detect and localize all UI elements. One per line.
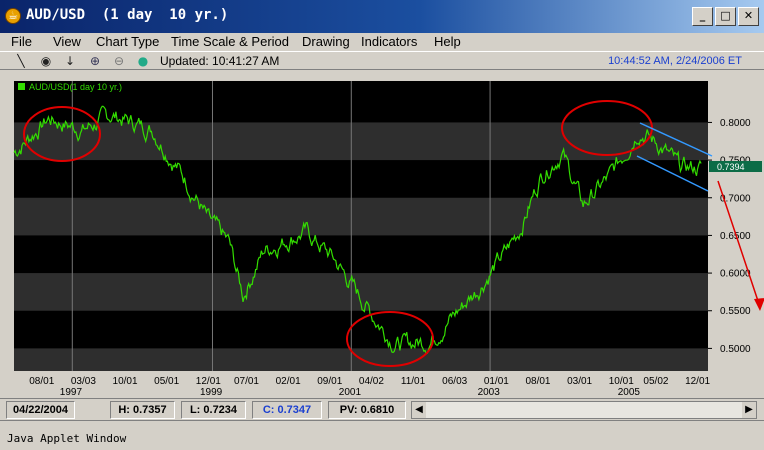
minimize-button[interactable]: _ (692, 7, 713, 26)
horizontal-scrollbar[interactable]: ◀ ▶ (411, 401, 757, 419)
updated-time: Updated: 10:41:27 AM (160, 54, 280, 68)
x-tick-label-5: 07/01 (234, 376, 259, 387)
close-button[interactable]: ✕ (738, 7, 759, 26)
menu-bar: File View Chart Type Time Scale & Period… (0, 33, 764, 51)
zoom-out-icon[interactable]: ⊖ (111, 53, 127, 69)
maximize-button[interactable]: □ (715, 7, 736, 26)
app-window: ☕ AUD/USD (1 day 10 yr.) _ □ ✕ File View… (0, 0, 764, 450)
line-tool-icon[interactable]: ╲ (13, 53, 29, 69)
projection-arrow-head (754, 298, 764, 311)
pan-hand-icon[interactable]: ● (135, 53, 151, 69)
x-tick-label-10: 06/03 (442, 376, 467, 387)
menu-help[interactable]: Help (434, 34, 461, 49)
scroll-left-arrow-icon[interactable]: ◀ (412, 402, 426, 418)
x-tick-label-6: 02/01 (276, 376, 301, 387)
x-tick-label-13: 03/01 (567, 376, 592, 387)
legend-label: AUD/USD(1 day 10 yr.) (29, 82, 122, 92)
chart-bands (14, 81, 708, 371)
x-tick-label-15: 05/02 (643, 376, 668, 387)
y-tick-label-6: 0.5000 (720, 344, 751, 355)
status-close: C: 0.7347 (252, 401, 322, 419)
menu-chart-type[interactable]: Chart Type (96, 34, 159, 49)
applet-footer: Java Applet Window (0, 420, 764, 450)
x-tick-label-4: 12/01 (196, 376, 221, 387)
zoom-in-icon[interactable]: ⊕ (87, 53, 103, 69)
toolbar: ╲ ◉ ↓ ⊕ ⊖ ● Updated: 10:41:27 AM 10:44:5… (0, 51, 764, 70)
x-year-label-3: 2003 (478, 387, 501, 398)
x-tick-label-0: 08/01 (29, 376, 54, 387)
java-coffee-icon: ☕ (5, 8, 21, 24)
x-tick-label-12: 08/01 (525, 376, 550, 387)
legend-swatch (18, 83, 25, 90)
x-tick-label-2: 10/01 (113, 376, 138, 387)
chart-legend: AUD/USD(1 day 10 yr.) (18, 82, 122, 92)
x-year-label-0: 1997 (60, 387, 83, 398)
last-value-tag: 0.7394 (709, 161, 762, 172)
market-clock: 10:44:52 AM, 2/24/2006 ET (608, 55, 742, 67)
status-low: L: 0.7234 (181, 401, 246, 419)
band-3 (14, 197, 708, 236)
menu-time-scale[interactable]: Time Scale & Period (171, 34, 289, 49)
window-title: AUD/USD (1 day 10 yr.) (26, 7, 229, 23)
x-tick-label-3: 05/01 (154, 376, 179, 387)
crosshair-tool-icon[interactable]: ◉ (38, 53, 54, 69)
menu-view[interactable]: View (53, 34, 81, 49)
scroll-right-arrow-icon[interactable]: ▶ (742, 402, 756, 418)
y-tick-label-0: 0.8000 (720, 118, 751, 129)
x-tick-label-1: 03/03 (71, 376, 96, 387)
y-tick-label-4: 0.6000 (720, 269, 751, 280)
title-bar[interactable]: ☕ AUD/USD (1 day 10 yr.) _ □ ✕ (0, 0, 764, 33)
status-date: 04/22/2004 (6, 401, 75, 419)
menu-drawing[interactable]: Drawing (302, 34, 350, 49)
x-tick-label-11: 01/01 (484, 376, 509, 387)
x-tick-label-8: 04/02 (359, 376, 384, 387)
x-year-label-1: 1999 (200, 387, 223, 398)
x-tick-label-7: 09/01 (317, 376, 342, 387)
x-axis: 08/01 03/03 10/01 05/01 12/01 07/01 02/01 09/01… (29, 376, 710, 398)
last-value-label: 0.7394 (717, 162, 745, 172)
x-tick-label-16: 12/01 (685, 376, 710, 387)
x-tick-label-14: 10/01 (609, 376, 634, 387)
x-tick-label-9: 11/01 (401, 376, 426, 387)
menu-indicators[interactable]: Indicators (361, 34, 417, 49)
status-pv: PV: 0.6810 (328, 401, 406, 419)
y-tick-label-5: 0.5500 (720, 306, 751, 317)
applet-window-label: Java Applet Window (7, 432, 127, 445)
price-chart[interactable]: 0.80000.75000.70000.65000.60000.55000.50… (0, 71, 764, 398)
y-axis: 0.80000.75000.70000.65000.60000.55000.50… (708, 118, 751, 355)
download-arrow-icon[interactable]: ↓ (62, 53, 78, 69)
status-high: H: 0.7357 (110, 401, 175, 419)
x-year-label-2: 2001 (339, 387, 362, 398)
x-year-label-4: 2005 (618, 387, 641, 398)
chart-area[interactable]: 0.80000.75000.70000.65000.60000.55000.50… (0, 71, 764, 398)
menu-file[interactable]: File (11, 34, 32, 49)
status-bar: 04/22/2004 H: 0.7357 L: 0.7234 C: 0.7347… (0, 398, 764, 420)
